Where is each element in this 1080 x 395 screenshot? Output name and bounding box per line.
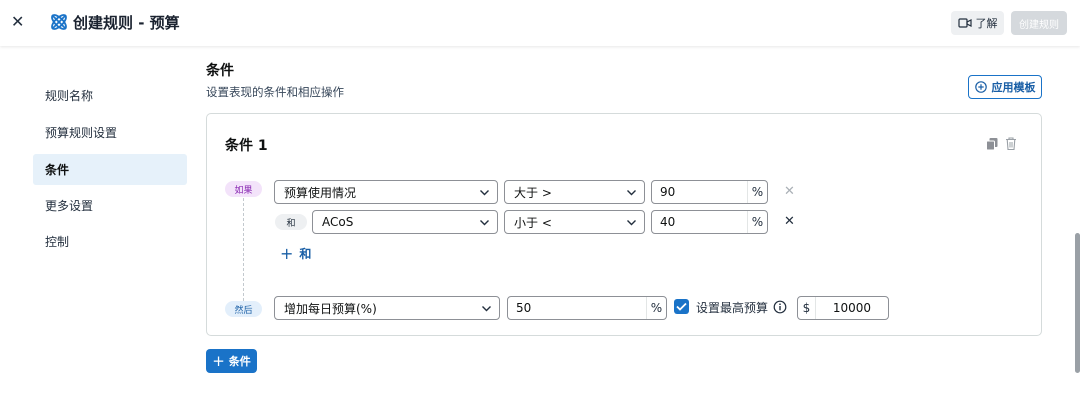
max-budget-checkbox[interactable] (674, 299, 689, 314)
sidebar-item-control[interactable]: 控制 (33, 226, 187, 257)
max-budget-label: 设置最高预算 (696, 301, 769, 315)
action-amount-text: 50 (516, 301, 532, 315)
scrollbar[interactable] (1075, 233, 1080, 373)
max-budget-input[interactable]: $ 10000 (797, 296, 889, 320)
add-and-button[interactable]: + 和 (280, 244, 311, 263)
copy-icon[interactable] (985, 137, 999, 151)
learn-label: 了解 (975, 17, 998, 30)
max-budget-amount: 10000 (832, 301, 871, 315)
operator-value-1: 大于 > (514, 185, 552, 200)
apply-template-button[interactable]: 应用模板 (968, 75, 1042, 99)
sidebar-item-label: 控制 (45, 235, 70, 249)
plus-icon: + (280, 244, 294, 263)
add-and-label: 和 (299, 247, 312, 261)
checkmark-icon (676, 302, 687, 311)
currency-symbol: $ (798, 297, 816, 319)
and-badge: 和 (275, 214, 307, 230)
chevron-down-icon (627, 190, 636, 196)
plus-circle-icon (974, 81, 987, 93)
operator-value-2: 小于 < (514, 215, 552, 230)
action-value-input[interactable]: 50 % (507, 296, 667, 320)
percent-unit: % (747, 211, 767, 233)
section-title: 条件 (206, 63, 234, 79)
sidebar-item-conditions[interactable]: 条件 (33, 154, 187, 185)
operator-select-1[interactable]: 大于 > (504, 180, 645, 204)
value-text-1: 90 (660, 185, 676, 199)
metric-value-1: 预算使用情况 (284, 185, 357, 200)
sidebar-item-budget-settings[interactable]: 预算规则设置 (33, 117, 187, 148)
chevron-down-icon (480, 190, 489, 196)
learn-button[interactable]: 了解 (951, 11, 1004, 35)
sidebar-item-label: 规则名称 (45, 89, 94, 103)
remove-row-2-icon[interactable]: ✕ (784, 214, 795, 229)
rule-logo-icon (51, 14, 67, 30)
metric-select-2[interactable]: ACoS (312, 210, 498, 234)
then-badge: 然后 (225, 301, 262, 317)
add-condition-label: 条件 (228, 355, 251, 368)
condition-title: 条件 1 (225, 138, 268, 154)
value-input-2[interactable]: 40 % (651, 210, 768, 234)
sidebar-item-label: 更多设置 (45, 199, 94, 213)
condition-connector-line (243, 198, 244, 301)
sidebar-item-label: 预算规则设置 (45, 126, 118, 140)
chevron-down-icon (482, 306, 491, 312)
create-rule-button[interactable]: 创建规则 (1011, 11, 1067, 35)
percent-unit: % (646, 297, 666, 319)
sidebar-item-more-settings[interactable]: 更多设置 (33, 190, 187, 221)
metric-value-2: ACoS (322, 215, 354, 229)
app-header: ✕ 创建规则 - 预算 了解 创建规则 (0, 0, 1080, 46)
section-subtitle: 设置表现的条件和相应操作 (206, 85, 344, 99)
percent-unit: % (747, 181, 767, 203)
value-input-1[interactable]: 90 % (651, 180, 768, 204)
if-badge: 如果 (225, 181, 262, 197)
sidebar-item-rule-name[interactable]: 规则名称 (33, 80, 187, 111)
action-select[interactable]: 增加每日预算(%) (274, 296, 500, 320)
add-condition-button[interactable]: + 条件 (206, 349, 257, 373)
page-title: 创建规则 - 预算 (73, 14, 180, 32)
plus-icon: + (212, 352, 225, 370)
apply-template-label: 应用模板 (991, 81, 1036, 94)
action-value: 增加每日预算(%) (284, 301, 377, 316)
remove-row-1-icon[interactable]: ✕ (784, 184, 795, 199)
value-text-2: 40 (660, 215, 676, 229)
info-icon[interactable] (773, 300, 787, 314)
operator-select-2[interactable]: 小于 < (504, 210, 645, 234)
close-icon[interactable]: ✕ (11, 13, 27, 31)
chevron-down-icon (480, 220, 489, 226)
video-icon (957, 18, 972, 28)
metric-select-1[interactable]: 预算使用情况 (274, 180, 498, 204)
chevron-down-icon (627, 220, 636, 226)
trash-icon[interactable] (1004, 136, 1018, 151)
sidebar-item-label: 条件 (45, 163, 70, 177)
